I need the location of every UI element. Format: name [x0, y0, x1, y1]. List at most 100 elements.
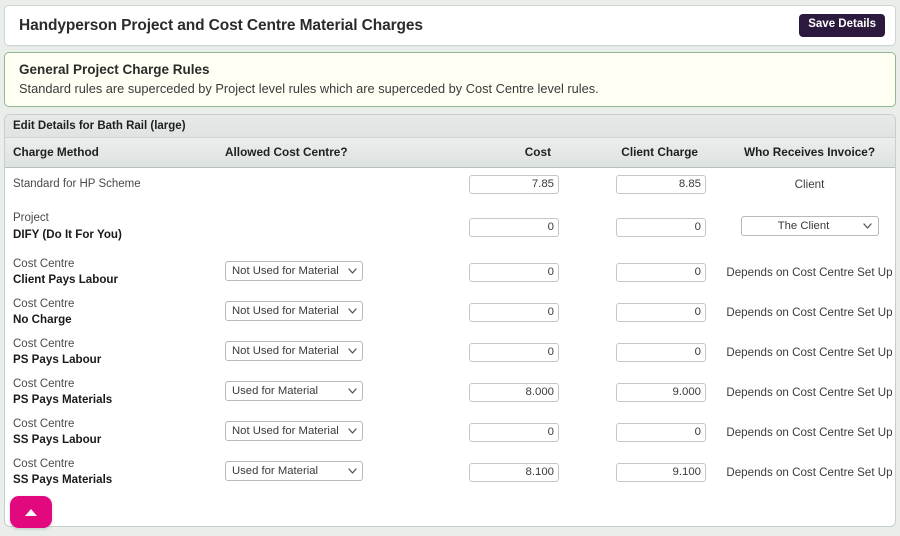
allowed-cost-centre-select[interactable]: Used for Material	[225, 381, 363, 401]
row-kind-label: Project	[13, 212, 49, 225]
table-row: Cost Centre SS Pays Labour Not Used for Ma…	[5, 412, 895, 453]
cost-input[interactable]	[469, 463, 559, 482]
row-name-label: PS Pays Materials	[13, 393, 113, 407]
who-receives-invoice-text: Depends on Cost Centre Set Up	[726, 266, 893, 279]
who-receives-invoice-text: Depends on Cost Centre Set Up	[726, 466, 893, 479]
allowed-cost-centre-select[interactable]: Not Used for Material	[225, 261, 363, 281]
cell-cost	[427, 452, 567, 493]
cell-charge-method: Cost Centre SS Pays Labour	[5, 412, 217, 453]
cost-input[interactable]	[469, 383, 559, 402]
cell-charge-method: Cost Centre PS Pays Labour	[5, 332, 217, 373]
client-charge-input[interactable]	[616, 343, 706, 362]
table-row: Cost Centre No Charge Not Used for Materia…	[5, 292, 895, 333]
save-details-button[interactable]: Save Details	[799, 14, 885, 37]
row-name-label: SS Pays Materials	[13, 473, 113, 487]
client-charge-input[interactable]	[616, 383, 706, 402]
table-row: Cost Centre PS Pays Labour Not Used for Ma…	[5, 332, 895, 373]
chevron-down-icon	[347, 462, 357, 480]
general-project-charge-rules-panel: General Project Charge Rules Standard ru…	[4, 52, 896, 107]
cost-input[interactable]	[469, 303, 559, 322]
cell-cost	[427, 201, 567, 253]
row-kind-label: Cost Centre	[13, 377, 75, 390]
who-receives-invoice-text: Depends on Cost Centre Set Up	[726, 426, 893, 439]
cell-cost	[427, 292, 567, 333]
cell-who-receives-invoice: Client	[714, 167, 895, 202]
cost-input[interactable]	[469, 263, 559, 282]
row-kind-label: Cost Centre	[13, 297, 75, 310]
cell-cost	[427, 252, 567, 293]
column-header-cost: Cost	[427, 138, 567, 168]
row-name-label: SS Pays Labour	[13, 433, 102, 447]
column-header-charge-method: Charge Method	[5, 138, 217, 168]
cell-charge-method: Cost Centre No Charge	[5, 292, 217, 333]
row-kind-label: Cost Centre	[13, 257, 75, 270]
cost-input[interactable]	[469, 217, 559, 237]
rules-panel-subtitle: Standard rules are superceded by Project…	[19, 81, 599, 96]
page-title: Handyperson Project and Cost Centre Mate…	[19, 16, 423, 34]
cell-who-receives-invoice: Depends on Cost Centre Set Up	[714, 412, 895, 453]
cell-who-receives-invoice: Depends on Cost Centre Set Up	[714, 452, 895, 493]
cell-allowed-cost-centre: Used for Material	[217, 452, 427, 493]
row-kind-label: Cost Centre	[13, 337, 75, 350]
charges-table-panel: Edit Details for Bath Rail (large) Charg…	[4, 114, 896, 527]
table-header-row: Charge Method Allowed Cost Centre? Cost …	[5, 138, 895, 168]
column-header-client-charge: Client Charge	[567, 138, 714, 168]
page-root: Handyperson Project and Cost Centre Mate…	[0, 0, 900, 536]
cell-client-charge	[567, 452, 714, 493]
column-header-allowed-cost-centre: Allowed Cost Centre?	[217, 138, 427, 168]
row-name-label: PS Pays Labour	[13, 353, 102, 367]
who-receives-invoice-select[interactable]: The Client	[740, 215, 879, 236]
cell-client-charge	[567, 252, 714, 293]
scroll-to-top-button[interactable]	[10, 496, 52, 528]
cell-cost	[427, 167, 567, 202]
column-header-who-receives-invoice: Who Receives Invoice?	[714, 138, 895, 168]
who-receives-invoice-text: Depends on Cost Centre Set Up	[726, 306, 893, 319]
cell-client-charge	[567, 201, 714, 253]
table-caption: Edit Details for Bath Rail (large)	[5, 115, 895, 138]
client-charge-input[interactable]	[616, 175, 706, 195]
allowed-cost-centre-select[interactable]: Not Used for Material	[225, 341, 363, 361]
chevron-down-icon	[347, 382, 357, 400]
chevron-down-icon	[347, 262, 357, 280]
row-name-label: Client Pays Labour	[13, 273, 119, 287]
cell-client-charge	[567, 372, 714, 413]
cost-input[interactable]	[469, 343, 559, 362]
table-row: Cost Centre Client Pays Labour Not Used fo…	[5, 252, 895, 293]
client-charge-input[interactable]	[616, 463, 706, 482]
allowed-cost-centre-select[interactable]: Not Used for Material	[225, 301, 363, 321]
row-name-label: Standard for HP Scheme	[13, 177, 141, 190]
cost-input[interactable]	[469, 175, 559, 195]
allowed-cost-centre-select[interactable]: Not Used for Material	[225, 421, 363, 441]
cell-who-receives-invoice: The Client	[714, 201, 895, 253]
cell-client-charge	[567, 292, 714, 333]
cost-input[interactable]	[469, 423, 559, 442]
page-header: Handyperson Project and Cost Centre Mate…	[4, 5, 896, 46]
table-row: Project DIFY (Do It For You) The Client	[5, 201, 895, 253]
client-charge-input[interactable]	[616, 263, 706, 282]
table-header: Charge Method Allowed Cost Centre? Cost …	[5, 138, 895, 168]
table-body: Standard for HP Scheme Client Project DIFY …	[5, 167, 895, 493]
cell-cost	[427, 332, 567, 373]
chevron-down-icon	[347, 422, 357, 440]
rules-panel-title: General Project Charge Rules	[19, 62, 210, 77]
client-charge-input[interactable]	[616, 303, 706, 322]
who-receives-invoice-text: Client	[794, 178, 825, 192]
row-name-label: DIFY (Do It For You)	[13, 227, 122, 241]
chevron-down-icon	[347, 302, 357, 320]
row-kind-label: Cost Centre	[13, 457, 75, 470]
cell-allowed-cost-centre: Used for Material	[217, 372, 427, 413]
cell-allowed-cost-centre	[217, 167, 427, 202]
table-row: Standard for HP Scheme Client	[5, 167, 895, 202]
allowed-cost-centre-select[interactable]: Used for Material	[225, 461, 363, 481]
cell-allowed-cost-centre	[217, 201, 427, 253]
cell-charge-method: Cost Centre SS Pays Materials	[5, 452, 217, 493]
cell-client-charge	[567, 332, 714, 373]
client-charge-input[interactable]	[616, 217, 706, 237]
charges-table: Charge Method Allowed Cost Centre? Cost …	[5, 138, 895, 493]
cell-charge-method: Cost Centre PS Pays Materials	[5, 372, 217, 413]
cell-allowed-cost-centre: Not Used for Material	[217, 292, 427, 333]
table-row: Cost Centre PS Pays Materials Used for Mat…	[5, 372, 895, 413]
cell-charge-method: Cost Centre Client Pays Labour	[5, 252, 217, 293]
chevron-down-icon	[863, 217, 873, 235]
client-charge-input[interactable]	[616, 423, 706, 442]
